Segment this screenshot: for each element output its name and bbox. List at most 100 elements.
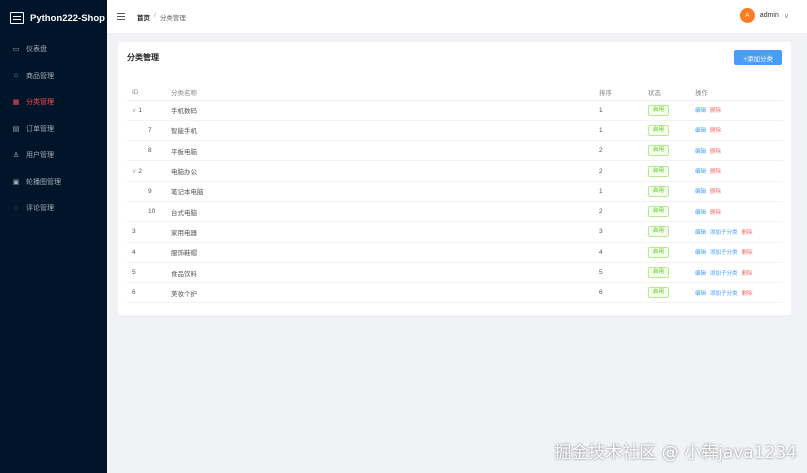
user-icon: ♙ [12, 152, 20, 160]
edit-link[interactable]: 编辑 [695, 149, 706, 155]
comment-icon: ◌ [13, 204, 19, 212]
cell-name: 美妆个护 [171, 282, 599, 304]
add-subcategory-link[interactable]: 添加子分类 [710, 230, 738, 236]
id-value: 2 [138, 167, 143, 175]
cell-sort: 4 [599, 242, 648, 263]
id-value: 4 [132, 248, 136, 256]
expand-caret-icon[interactable]: ∨ [132, 169, 136, 175]
cell-actions: 编辑 删除 [695, 100, 783, 121]
sidebar-item-2[interactable]: ▦ 分类管理 [0, 89, 107, 116]
edit-link[interactable]: 编辑 [695, 128, 706, 134]
sidebar-item-4[interactable]: ♙ 用户管理 [0, 142, 107, 169]
user-menu[interactable]: A admin ∨ [739, 8, 789, 23]
user-name[interactable]: admin [760, 12, 779, 19]
cell-id: ∨ 2 [127, 160, 171, 182]
menu-toggle-icon[interactable] [117, 13, 125, 20]
edit-link[interactable]: 编辑 [695, 169, 706, 175]
cell-status: 启用 [648, 181, 695, 202]
cell-actions: 编辑 添加子分类 删除 [695, 262, 783, 284]
sidebar-item-3[interactable]: ▤ 订单管理 [0, 116, 107, 143]
edit-link[interactable]: 编辑 [695, 250, 706, 256]
cell-name: 服饰鞋帽 [171, 242, 599, 263]
sidebar-item-6[interactable]: ◌ 评论管理 [0, 195, 107, 222]
cell-id: ∨ 1 [127, 100, 171, 121]
delete-link[interactable]: 删除 [742, 291, 753, 297]
add-subcategory-link[interactable]: 添加子分类 [710, 291, 738, 297]
order-icon: ▤ [12, 125, 20, 133]
table-row: 6 美妆个护 6 启用 编辑 添加子分类 删除 [127, 282, 783, 304]
col-header-actions: 操作 [695, 85, 783, 101]
app-title: Python222-Shop [30, 12, 105, 24]
cell-name: 电脑办公 [171, 160, 599, 182]
delete-link[interactable]: 删除 [742, 271, 753, 277]
cell-name: 平板电脑 [171, 140, 599, 162]
cell-id: 4 [127, 242, 171, 263]
cell-name: 智能手机 [171, 120, 599, 142]
add-category-button[interactable]: +添加分类 [734, 50, 782, 65]
bag-icon: ⌂ [13, 72, 19, 80]
delete-link[interactable]: 删除 [742, 250, 753, 256]
id-value: 8 [148, 147, 152, 155]
id-value: 3 [132, 228, 136, 236]
brand[interactable]: Python222-Shop [0, 0, 107, 36]
shop-logo-icon [10, 12, 24, 24]
sidebar-item-label: 分类管理 [26, 99, 54, 107]
table-row: 7 智能手机 1 启用 编辑 删除 [127, 120, 783, 142]
cell-name: 家用电器 [171, 221, 599, 243]
cell-status: 启用 [648, 160, 695, 182]
edit-link[interactable]: 编辑 [695, 291, 706, 297]
expand-caret-icon[interactable]: ∨ [132, 108, 136, 114]
sidebar-item-5[interactable]: ▣ 轮播图管理 [0, 169, 107, 196]
delete-link[interactable]: 删除 [710, 149, 721, 155]
col-header-sort: 排序 [599, 85, 648, 101]
page-title: 分类管理 [127, 53, 159, 62]
breadcrumb-home[interactable]: 首页 [137, 12, 150, 22]
status-badge: 启用 [648, 246, 670, 258]
delete-link[interactable]: 删除 [710, 108, 721, 114]
watermark: 掘金技术社区 @ 小犇java1234 [554, 443, 797, 463]
category-card: 分类管理 +添加分类 ID 分类名称 排序 状态 操作 ∨ 1 手机数码 1 启用 编辑删… [118, 42, 791, 315]
id-value: 7 [148, 126, 152, 134]
col-header-id: ID [127, 85, 171, 101]
edit-link[interactable]: 编辑 [695, 189, 706, 195]
add-subcategory-link[interactable]: 添加子分类 [710, 271, 738, 277]
delete-link[interactable]: 删除 [710, 169, 721, 175]
category-icon: ▦ [12, 99, 20, 107]
cell-id: 6 [127, 282, 171, 304]
chevron-down-icon[interactable]: ∨ [784, 12, 789, 20]
status-badge: 启用 [648, 124, 670, 136]
cell-name: 手机数码 [171, 100, 599, 121]
cell-actions: 编辑 删除 [695, 181, 783, 202]
cell-id: 3 [127, 221, 171, 243]
edit-link[interactable]: 编辑 [695, 230, 706, 236]
sidebar-item-0[interactable]: ▭ 仪表盘 [0, 36, 107, 63]
edit-link[interactable]: 编辑 [695, 210, 706, 216]
add-subcategory-link[interactable]: 添加子分类 [710, 250, 738, 256]
edit-link[interactable]: 编辑 [695, 271, 706, 277]
edit-link[interactable]: 编辑 [695, 108, 706, 114]
delete-link[interactable]: 删除 [742, 230, 753, 236]
cell-actions: 编辑 删除 [695, 201, 783, 223]
delete-link[interactable]: 删除 [710, 210, 721, 216]
cell-status: 启用 [648, 120, 695, 142]
cell-actions: 编辑 添加子分类 删除 [695, 221, 783, 243]
cell-status: 启用 [648, 262, 695, 284]
sidebar-item-label: 订单管理 [26, 125, 54, 133]
cell-sort: 5 [599, 262, 648, 284]
col-header-name: 分类名称 [171, 85, 599, 101]
id-value: 10 [148, 208, 156, 216]
sidebar-item-1[interactable]: ⌂ 商品管理 [0, 63, 107, 90]
cell-sort: 1 [599, 100, 648, 121]
cell-status: 启用 [648, 282, 695, 304]
cell-id: 9 [127, 181, 171, 202]
delete-link[interactable]: 删除 [710, 189, 721, 195]
delete-link[interactable]: 删除 [710, 128, 721, 134]
avatar[interactable]: A [739, 8, 755, 23]
cell-status: 启用 [648, 242, 695, 263]
sidebar-item-label: 轮播图管理 [26, 178, 61, 186]
cell-id: 7 [127, 120, 171, 142]
breadcrumb-separator: / [154, 11, 156, 19]
cell-status: 启用 [648, 201, 695, 223]
table-row: 9 笔记本电脑 1 启用 编辑 删除 [127, 181, 783, 202]
cell-actions: 编辑 删除 [695, 140, 783, 162]
